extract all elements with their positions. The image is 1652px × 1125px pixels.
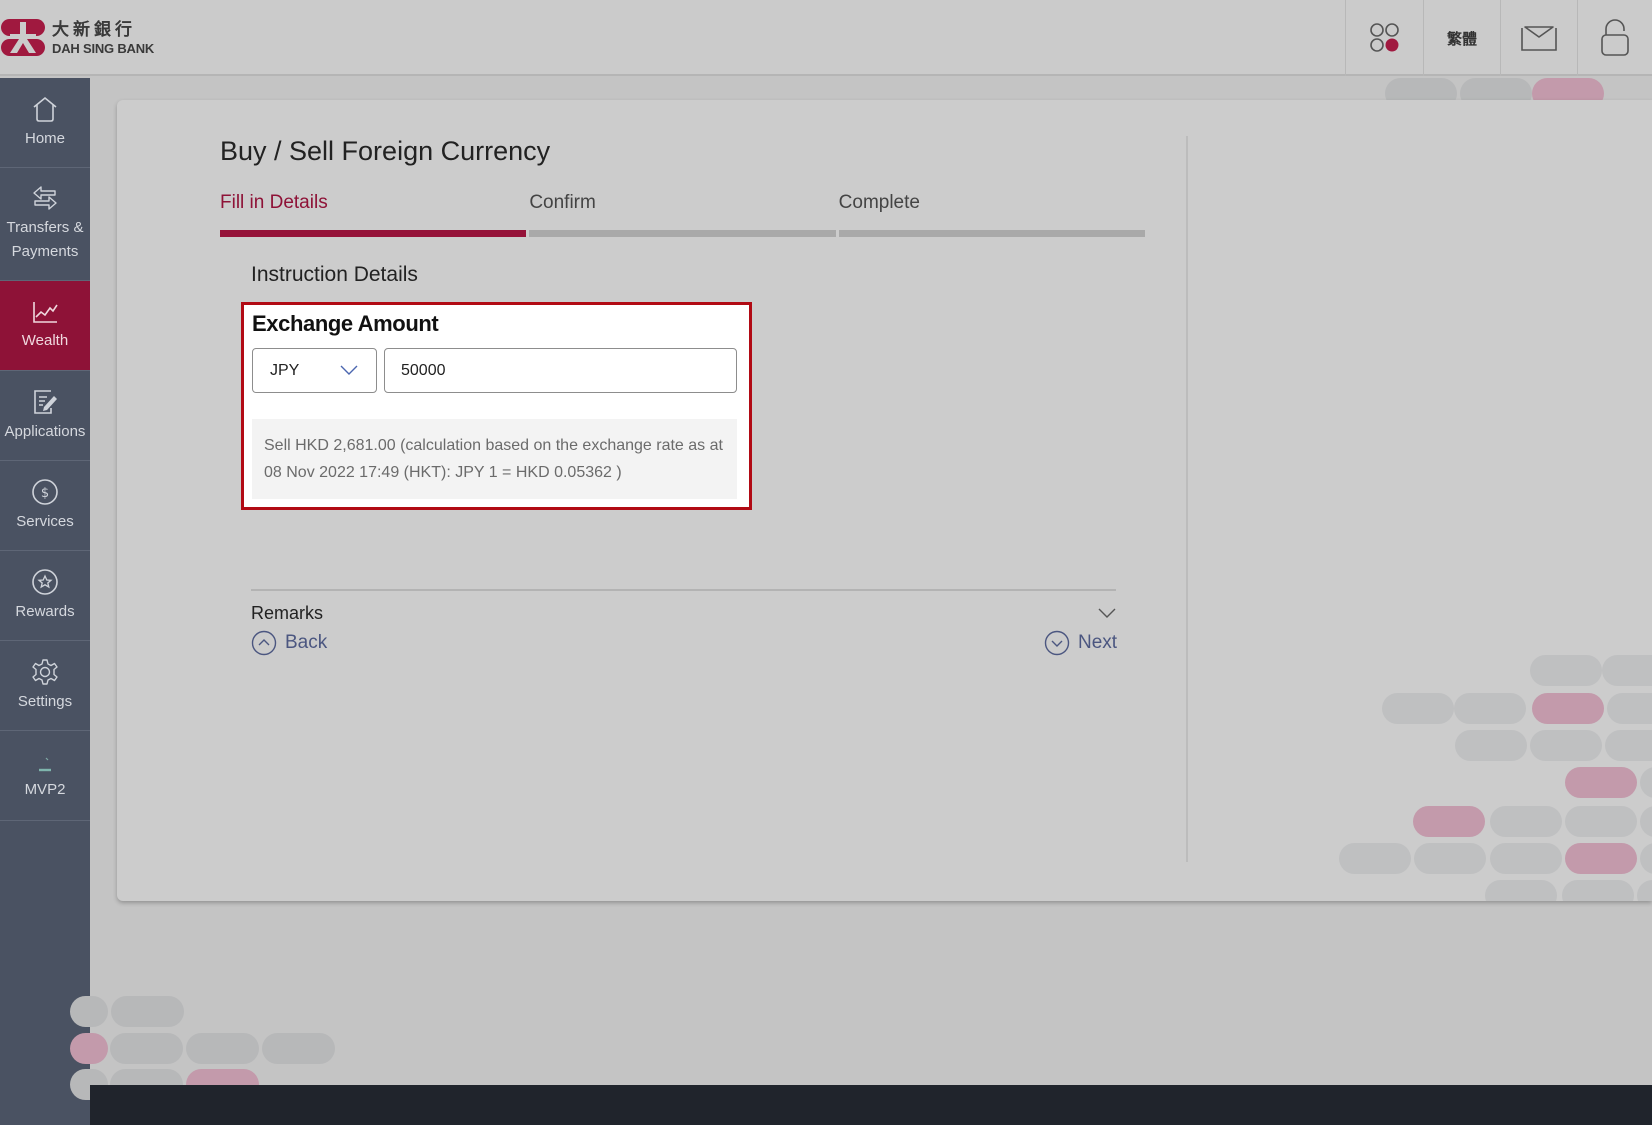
page-title: Buy / Sell Foreign Currency [220, 136, 551, 166]
amount-input[interactable] [384, 348, 737, 393]
top-header: 大新銀行 DAH SING BANK 繁體 [0, 0, 1652, 76]
mail-icon [1521, 26, 1557, 51]
unlock-icon [1601, 19, 1629, 56]
sidebar-item-label: Wealth [21, 331, 69, 349]
next-button[interactable]: Next [1044, 630, 1117, 656]
next-label: Next [1078, 632, 1118, 653]
dollar-icon: $ [32, 478, 58, 505]
bank-logo-icon [0, 18, 46, 58]
sidebar-nav: Home Transfers & Payments Wealth Applica… [0, 78, 90, 1125]
column-divider [1186, 136, 1188, 862]
back-button[interactable]: Back [251, 630, 327, 656]
sidebar-item-label: Payments [11, 243, 79, 260]
step-bar [220, 230, 527, 237]
apps-button[interactable] [1345, 0, 1423, 76]
step-label: Fill in Details [220, 192, 328, 213]
edit-form-icon [34, 389, 57, 414]
sidebar-item-settings[interactable]: Settings [0, 641, 90, 731]
currency-value: JPY [270, 361, 300, 379]
sidebar-item-label: Rewards [15, 602, 75, 620]
step-confirm: Confirm [529, 192, 836, 237]
svg-text:$: $ [41, 486, 49, 501]
sidebar-item-label: Transfers & [6, 219, 84, 236]
back-label: Back [285, 632, 328, 653]
sidebar-item-home[interactable]: Home [0, 78, 90, 168]
bank-name-en: DAH SING BANK [52, 40, 155, 56]
sidebar-item-mvp2[interactable]: MVP2 [0, 731, 90, 821]
step-complete: Complete [838, 192, 1145, 237]
page-footer [90, 1085, 1652, 1125]
apps-icon [1369, 23, 1399, 52]
chart-icon [33, 301, 58, 323]
section-title: Instruction Details [251, 263, 418, 286]
sidebar-item-rewards[interactable]: Rewards [0, 551, 90, 641]
star-badge-icon [32, 568, 58, 595]
chevron-down-icon [340, 365, 358, 375]
gear-icon [32, 658, 58, 685]
step-bar [838, 230, 1145, 237]
main-card: Buy / Sell Foreign Currency Fill in Deta… [117, 100, 1652, 901]
bank-name-cn: 大新銀行 [52, 19, 136, 40]
transfer-icon [33, 186, 57, 210]
step-label: Complete [838, 192, 920, 213]
chevron-up-circle-icon [251, 630, 277, 656]
step-label: Confirm [529, 192, 596, 213]
language-toggle-button[interactable]: 繁體 [1423, 0, 1500, 76]
sidebar-item-label: Home [24, 129, 65, 147]
progress-steps: Fill in Details Confirm Complete [220, 192, 1145, 237]
logout-button[interactable] [1577, 0, 1652, 76]
mvp-icon [39, 757, 51, 771]
sidebar-item-label: Services [16, 512, 74, 530]
sidebar-item-label: MVP2 [24, 780, 66, 798]
chevron-down-icon [1098, 608, 1116, 618]
sidebar-item-services[interactable]: $ Services [0, 461, 90, 551]
chevron-down-circle-icon [1044, 630, 1070, 656]
remarks-divider [251, 589, 1116, 591]
sidebar-item-label: Settings [17, 692, 73, 710]
bank-logo[interactable]: 大新銀行 DAH SING BANK [0, 18, 154, 58]
step-fill-in-details: Fill in Details [220, 192, 527, 237]
remarks-toggle[interactable]: Remarks [251, 599, 1116, 627]
mail-button[interactable] [1500, 0, 1577, 76]
remarks-label: Remarks [251, 602, 324, 623]
exchange-amount-panel: Exchange Amount JPY Sell HKD 2,681.00 (c… [241, 302, 752, 510]
sidebar-item-wealth[interactable]: Wealth [0, 281, 90, 371]
exchange-amount-label: Exchange Amount [252, 311, 439, 336]
home-icon [33, 96, 57, 122]
currency-select[interactable]: JPY [252, 348, 377, 393]
step-bar [529, 230, 836, 237]
sidebar-item-transfers-payments[interactable]: Transfers & Payments [0, 168, 90, 281]
sidebar-item-label: Applications [4, 422, 86, 440]
sidebar-item-applications[interactable]: Applications [0, 371, 90, 461]
exchange-rate-note: Sell HKD 2,681.00 (calculation based on … [252, 419, 737, 499]
